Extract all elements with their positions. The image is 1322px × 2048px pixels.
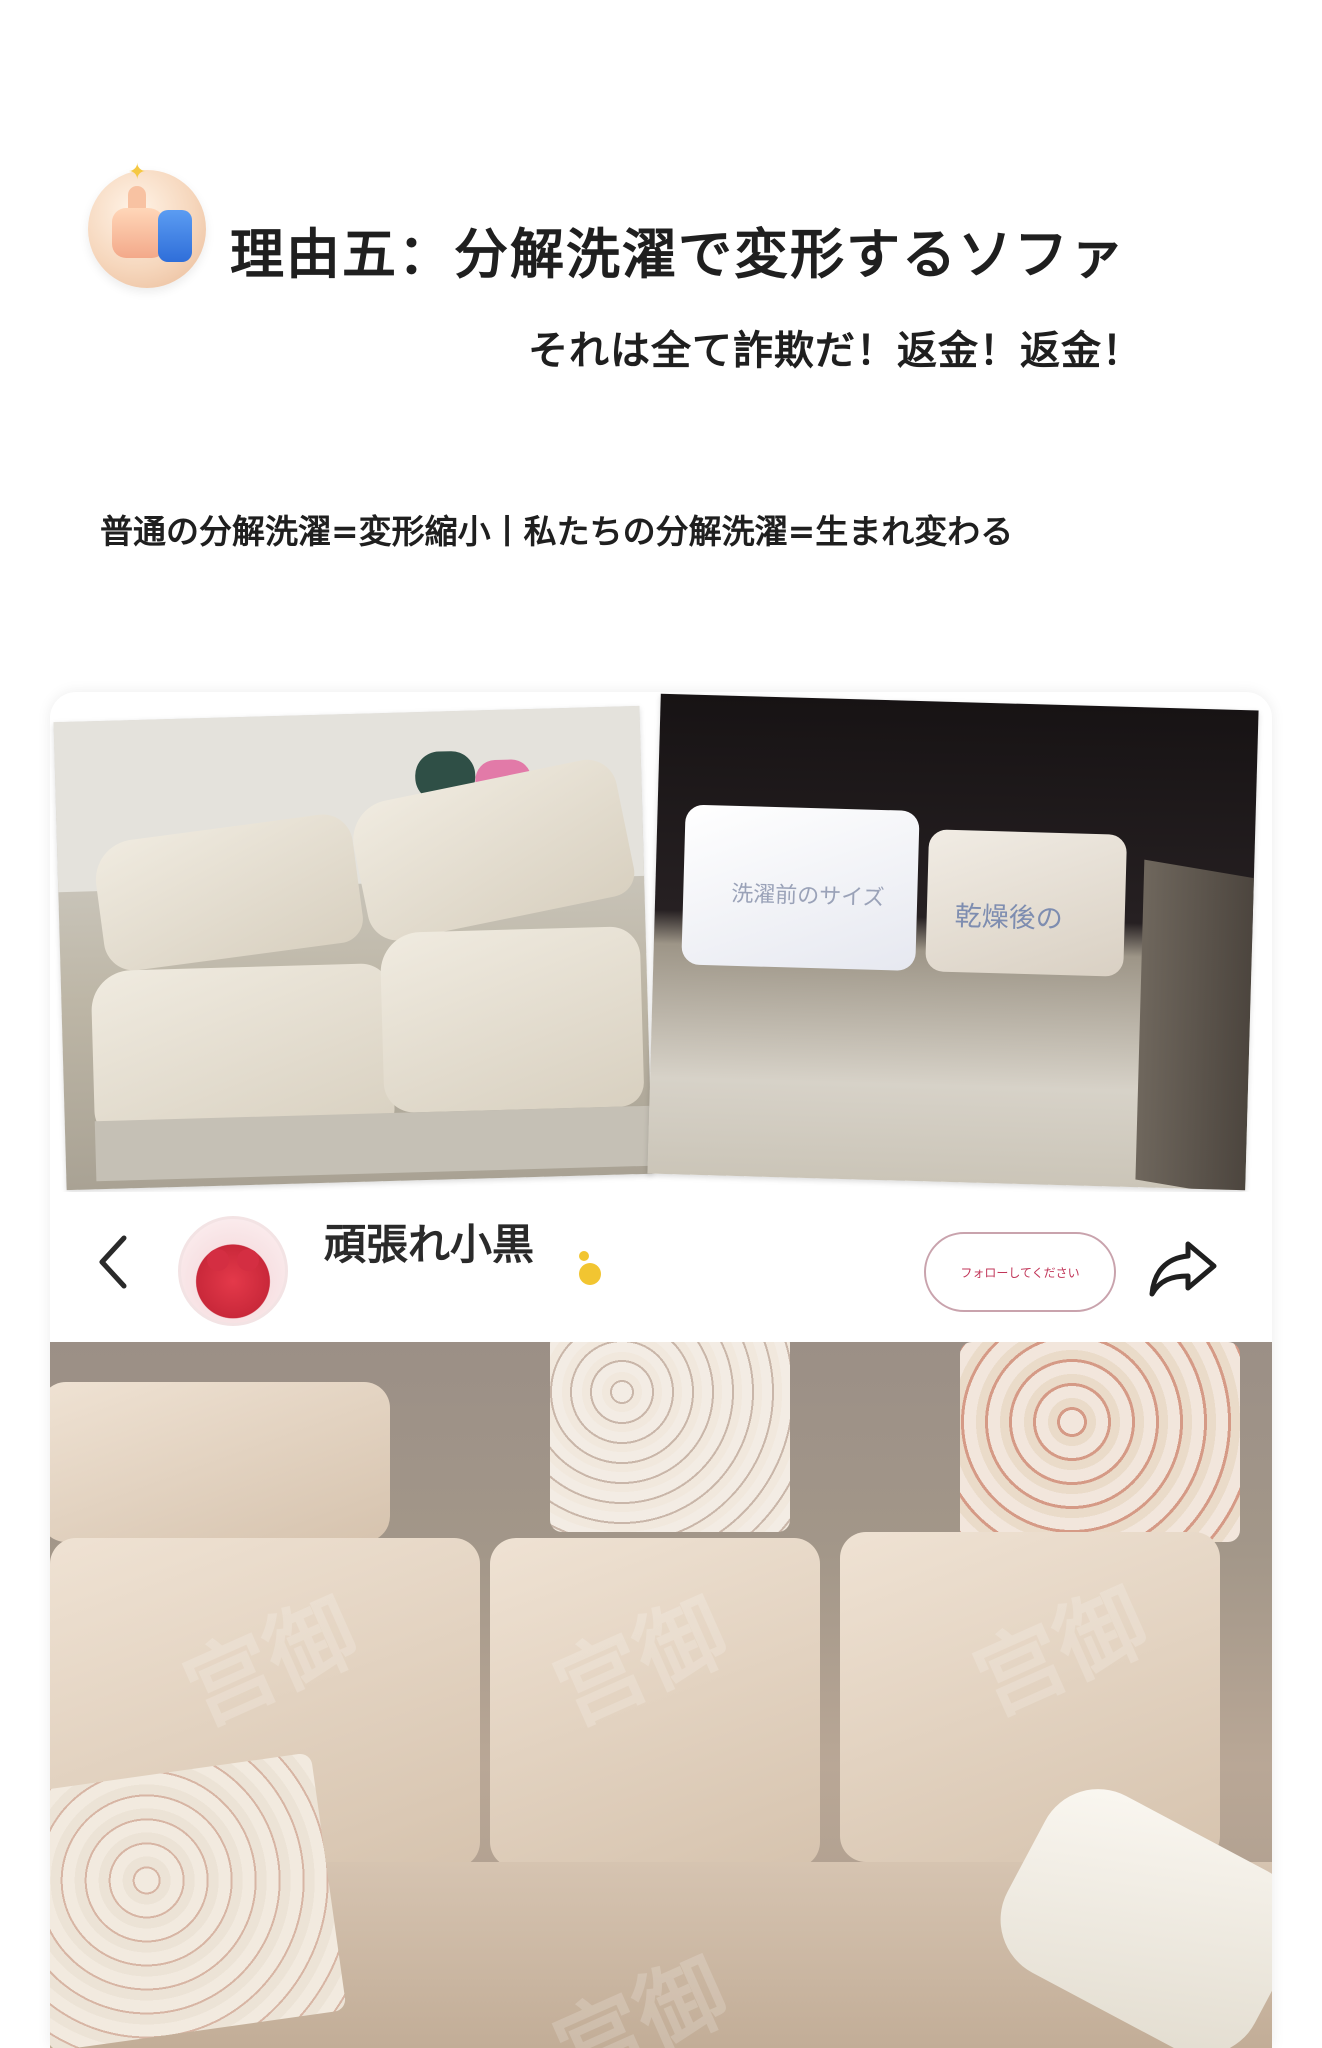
share-icon[interactable] bbox=[1146, 1236, 1218, 1300]
post-card: 洗濯前のサイズ 乾燥後の 頑張れ小黒 フォローしてください 宫御 宫御 宫御 宫… bbox=[50, 692, 1272, 2048]
sofa-photo: 宫御 宫御 宫御 宫御 bbox=[50, 1342, 1272, 2048]
user-bar: 頑張れ小黒 フォローしてください bbox=[50, 1192, 1272, 1342]
page-title: 理由五：分解洗濯で変形するソファ bbox=[230, 223, 1126, 286]
before-photo bbox=[53, 705, 653, 1191]
size-after-label: 乾燥後の bbox=[954, 901, 1064, 936]
after-photo: 洗濯前のサイズ 乾燥後の bbox=[647, 693, 1259, 1191]
follow-button[interactable]: フォローしてください bbox=[924, 1232, 1116, 1312]
avatar[interactable] bbox=[178, 1216, 288, 1326]
user-status-dot-icon bbox=[579, 1251, 601, 1285]
comparison-text: 普通の分解洗濯=変形縮小丨私たちの分解洗濯=生まれ変わる bbox=[100, 512, 1014, 551]
username[interactable]: 頑張れ小黒 bbox=[324, 1222, 534, 1268]
page-subtitle: それは全て詐欺だ！返金！返金！ bbox=[528, 328, 1143, 374]
back-chevron-icon[interactable] bbox=[94, 1232, 134, 1292]
thumbs-up-icon: ✦ bbox=[88, 160, 206, 288]
size-before-label: 洗濯前のサイズ bbox=[730, 881, 885, 912]
